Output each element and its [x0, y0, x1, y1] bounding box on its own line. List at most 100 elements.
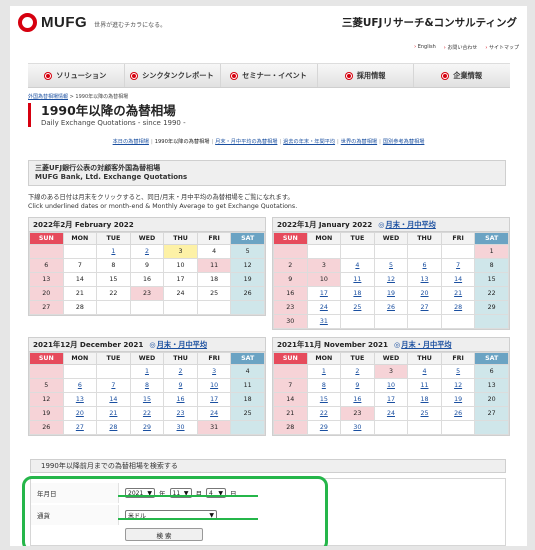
nav-item-company[interactable]: 企業情報 — [414, 64, 510, 87]
calendar-day[interactable]: 24 — [373, 406, 409, 421]
day-link[interactable]: 14 — [454, 276, 462, 283]
day-link[interactable]: 19 — [454, 396, 462, 403]
day-link[interactable]: 23 — [177, 410, 185, 417]
calendar-day[interactable]: 12 — [440, 378, 476, 393]
day-link[interactable]: 12 — [454, 382, 462, 389]
day-link[interactable]: 2 — [179, 368, 183, 375]
subnav-today[interactable]: 本日の為替相場 — [113, 139, 149, 145]
contact-link[interactable]: お問い合わせ — [444, 44, 477, 51]
day-link[interactable]: 16 — [353, 396, 361, 403]
calendar-day[interactable]: 20 — [62, 406, 98, 421]
day-link[interactable]: 18 — [421, 396, 429, 403]
day-link[interactable]: 24 — [210, 410, 218, 417]
calendar-day[interactable]: 1 — [306, 364, 342, 379]
day-link[interactable]: 21 — [454, 290, 462, 297]
calendar-day[interactable]: 13 — [407, 272, 442, 287]
day-link[interactable]: 8 — [145, 382, 149, 389]
subnav-yearly[interactable]: 過去の年末・年間平均 — [283, 139, 335, 145]
month-average-link[interactable]: 月末・月中平均 — [149, 340, 207, 349]
calendar-day[interactable]: 15 — [306, 392, 342, 407]
day-link[interactable]: 1 — [111, 248, 115, 255]
day-link[interactable]: 11 — [353, 276, 361, 283]
day-link[interactable]: 13 — [76, 396, 84, 403]
calendar-day[interactable]: 6 — [407, 258, 442, 273]
nav-item-reports[interactable]: シンクタンクレポート — [125, 64, 222, 87]
day-link[interactable]: 17 — [320, 290, 328, 297]
day-link[interactable]: 9 — [355, 382, 359, 389]
calendar-day[interactable]: 12 — [373, 272, 409, 287]
calendar-day[interactable]: 4 — [340, 258, 375, 273]
day-link[interactable]: 27 — [421, 304, 429, 311]
calendar-day[interactable]: 28 — [440, 300, 476, 315]
calendar-day[interactable]: 7 — [96, 378, 131, 393]
day-link[interactable]: 3 — [212, 368, 216, 375]
day-link[interactable]: 12 — [387, 276, 395, 283]
day-link[interactable]: 16 — [177, 396, 185, 403]
calendar-day[interactable]: 27 — [407, 300, 442, 315]
calendar-day[interactable]: 4 — [407, 364, 442, 379]
day-link[interactable]: 19 — [387, 290, 395, 297]
day-link[interactable]: 8 — [322, 382, 326, 389]
calendar-day[interactable]: 15 — [129, 392, 165, 407]
calendar-day[interactable]: 8 — [306, 378, 342, 393]
day-link[interactable]: 1 — [322, 368, 326, 375]
day-link[interactable]: 11 — [421, 382, 429, 389]
calendar-day[interactable]: 23 — [163, 406, 198, 421]
calendar-day[interactable]: 2 — [129, 244, 165, 259]
day-link[interactable]: 18 — [353, 290, 361, 297]
day-link[interactable]: 20 — [421, 290, 429, 297]
calendar-day[interactable]: 30 — [163, 420, 198, 435]
calendar-day[interactable]: 25 — [407, 406, 442, 421]
calendar-day[interactable]: 11 — [407, 378, 442, 393]
day-link[interactable]: 25 — [421, 410, 429, 417]
calendar-day[interactable]: 5 — [373, 258, 409, 273]
day-link[interactable]: 14 — [109, 396, 117, 403]
day-link[interactable]: 15 — [143, 396, 151, 403]
calendar-day[interactable]: 7 — [440, 258, 476, 273]
breadcrumb-home[interactable]: 外国為替相場情報 — [28, 94, 68, 100]
calendar-day[interactable]: 17 — [373, 392, 409, 407]
subnav-monthly[interactable]: 月末・月中平均の為替相場 — [215, 139, 277, 145]
day-link[interactable]: 10 — [210, 382, 218, 389]
calendar-day[interactable]: 21 — [440, 286, 476, 301]
calendar-day[interactable]: 8 — [129, 378, 165, 393]
calendar-day[interactable]: 18 — [340, 286, 375, 301]
day-link[interactable]: 4 — [355, 262, 359, 269]
calendar-day[interactable]: 9 — [340, 378, 375, 393]
calendar-day[interactable]: 24 — [196, 406, 232, 421]
calendar-day[interactable]: 18 — [407, 392, 442, 407]
day-link[interactable]: 29 — [143, 424, 151, 431]
nav-item-seminars[interactable]: セミナー・イベント — [221, 64, 318, 87]
day-link[interactable]: 24 — [387, 410, 395, 417]
day-link[interactable]: 27 — [76, 424, 84, 431]
day-link[interactable]: 6 — [78, 382, 82, 389]
sitemap-link[interactable]: サイトマップ — [485, 44, 519, 51]
day-link[interactable]: 20 — [76, 410, 84, 417]
day-link[interactable]: 13 — [421, 276, 429, 283]
calendar-day[interactable]: 25 — [340, 300, 375, 315]
day-link[interactable]: 6 — [423, 262, 427, 269]
day-link[interactable]: 28 — [454, 304, 462, 311]
calendar-day[interactable]: 21 — [96, 406, 131, 421]
day-link[interactable]: 30 — [353, 424, 361, 431]
calendar-day[interactable]: 3 — [196, 364, 232, 379]
calendar-day[interactable]: 26 — [373, 300, 409, 315]
day-link[interactable]: 7 — [111, 382, 115, 389]
calendar-day[interactable]: 22 — [306, 406, 342, 421]
day-link[interactable]: 26 — [454, 410, 462, 417]
nav-item-solutions[interactable]: ソリューション — [28, 64, 125, 87]
calendar-day[interactable]: 17 — [306, 286, 342, 301]
search-button[interactable]: 検 索 — [125, 528, 203, 541]
calendar-day[interactable]: 1 — [129, 364, 165, 379]
day-link[interactable]: 17 — [210, 396, 218, 403]
day-link[interactable]: 25 — [353, 304, 361, 311]
calendar-day[interactable]: 5 — [440, 364, 476, 379]
calendar-day[interactable]: 22 — [129, 406, 165, 421]
calendar-day[interactable]: 16 — [163, 392, 198, 407]
day-link[interactable]: 4 — [423, 368, 427, 375]
day-link[interactable]: 1 — [145, 368, 149, 375]
calendar-day[interactable]: 11 — [340, 272, 375, 287]
day-link[interactable]: 2 — [355, 368, 359, 375]
calendar-day[interactable]: 17 — [196, 392, 232, 407]
day-link[interactable]: 22 — [143, 410, 151, 417]
